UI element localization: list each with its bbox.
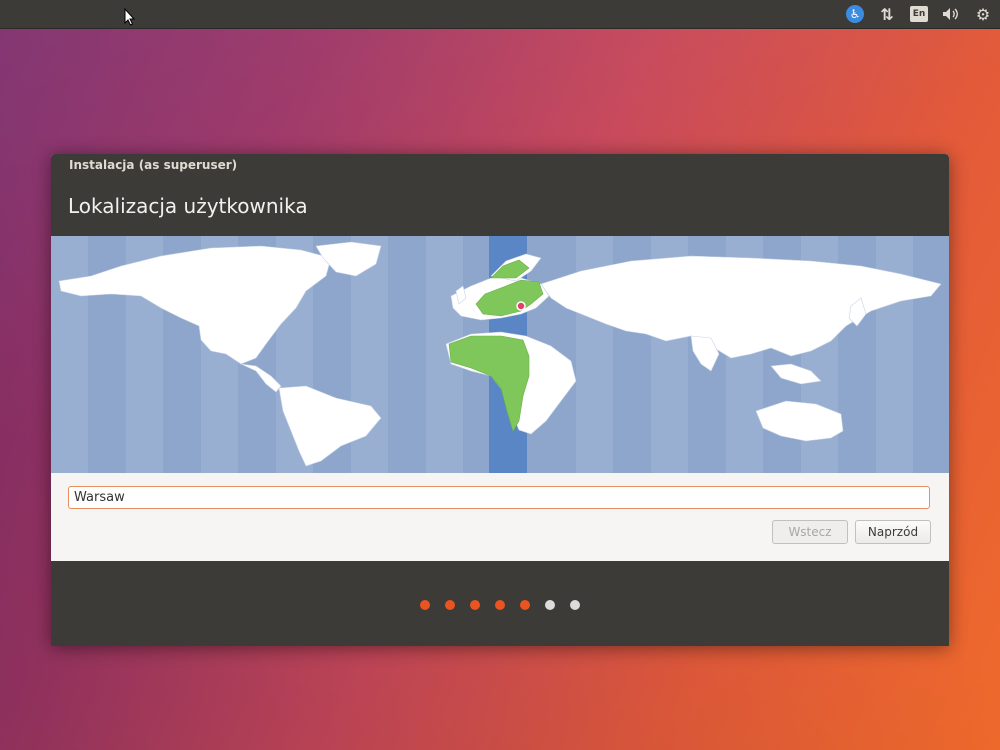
progress-dot xyxy=(470,600,480,610)
top-panel: ♿ ⇅ En ⚙ xyxy=(0,0,1000,29)
window-header: Instalacja (as superuser) Lokalizacja uż… xyxy=(51,154,949,236)
timezone-map[interactable] xyxy=(51,236,949,473)
back-button[interactable]: Wstecz xyxy=(772,520,848,544)
progress-dot xyxy=(495,600,505,610)
window-title: Instalacja (as superuser) xyxy=(69,158,238,172)
progress-dots xyxy=(420,600,580,610)
page-title: Lokalizacja użytkownika xyxy=(68,194,308,218)
settings-gear-icon[interactable]: ⚙ xyxy=(972,3,994,25)
progress-dot xyxy=(570,600,580,610)
keyboard-layout-label: En xyxy=(910,6,928,22)
progress-dot xyxy=(545,600,555,610)
installer-window: Instalacja (as superuser) Lokalizacja uż… xyxy=(51,154,949,646)
installer-footer xyxy=(51,561,949,646)
keyboard-layout-indicator[interactable]: En xyxy=(908,3,930,25)
system-tray: ♿ ⇅ En ⚙ xyxy=(844,0,994,28)
progress-dot xyxy=(445,600,455,610)
city-search-row xyxy=(68,486,930,509)
city-pin-marker xyxy=(516,301,526,311)
world-map-graphic xyxy=(51,236,942,473)
network-icon[interactable]: ⇅ xyxy=(876,3,898,25)
progress-dot xyxy=(420,600,430,610)
mouse-cursor-icon xyxy=(124,8,136,26)
progress-dot xyxy=(520,600,530,610)
next-button[interactable]: Naprzód xyxy=(855,520,931,544)
city-search-input[interactable] xyxy=(68,486,930,509)
volume-icon[interactable] xyxy=(940,3,962,25)
accessibility-icon[interactable]: ♿ xyxy=(844,3,866,25)
